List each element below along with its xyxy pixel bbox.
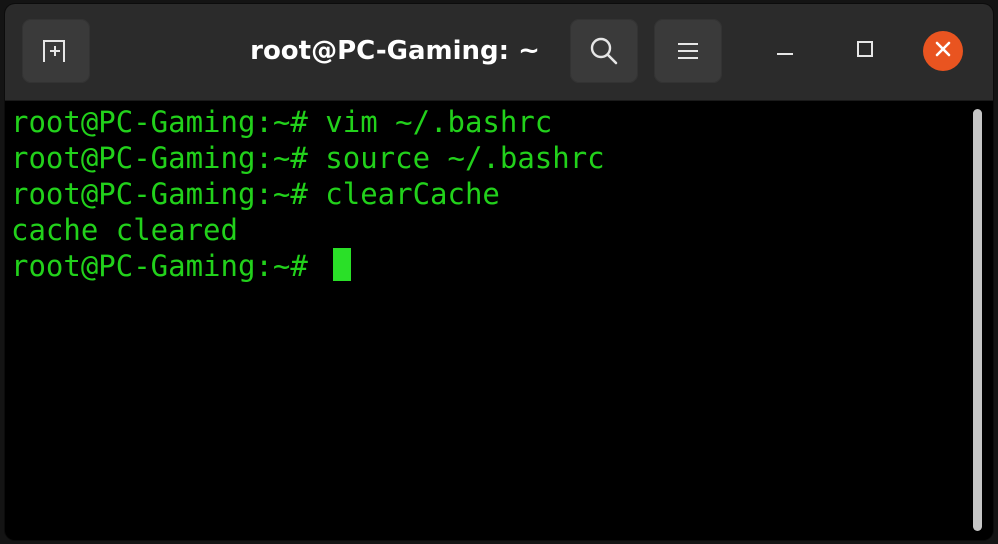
text-cursor <box>333 248 351 281</box>
new-tab-icon <box>41 38 71 64</box>
command: clearCache <box>325 177 500 211</box>
hamburger-menu-icon <box>676 41 700 61</box>
window-title: root@PC-Gaming: ~ <box>250 36 540 66</box>
output-text: cache cleared <box>11 213 238 247</box>
minimize-icon <box>775 39 795 63</box>
maximize-button[interactable] <box>845 31 885 71</box>
terminal-line: root@PC-Gaming:~# vim ~/.bashrc <box>11 104 552 140</box>
menu-button[interactable] <box>654 19 722 83</box>
minimize-button[interactable] <box>765 31 805 71</box>
command: source ~/.bashrc <box>325 141 605 175</box>
terminal-window: root@PC-Gaming: ~ root@PC-Gaming:~# vim … <box>5 4 993 540</box>
terminal-line: root@PC-Gaming:~# clearCache <box>11 176 500 212</box>
terminal-line: root@PC-Gaming:~# source ~/.bashrc <box>11 140 605 176</box>
search-button[interactable] <box>570 19 638 83</box>
command: vim ~/.bashrc <box>325 105 553 139</box>
close-icon <box>933 39 953 63</box>
prompt: root@PC-Gaming:~# <box>11 141 326 175</box>
prompt: root@PC-Gaming:~# <box>11 177 326 211</box>
close-button[interactable] <box>923 31 963 71</box>
maximize-icon <box>855 39 875 63</box>
prompt: root@PC-Gaming:~# <box>11 249 326 283</box>
prompt: root@PC-Gaming:~# <box>11 105 326 139</box>
scrollbar-thumb[interactable] <box>973 109 982 531</box>
terminal-output[interactable]: root@PC-Gaming:~# vim ~/.bashrc root@PC-… <box>5 101 993 540</box>
scrollbar[interactable] <box>971 109 983 531</box>
terminal-output-line: cache cleared <box>11 212 238 248</box>
terminal-line: root@PC-Gaming:~# <box>11 248 325 284</box>
title-bar[interactable]: root@PC-Gaming: ~ <box>5 4 993 101</box>
new-tab-button[interactable] <box>22 19 90 83</box>
search-icon <box>589 36 619 66</box>
